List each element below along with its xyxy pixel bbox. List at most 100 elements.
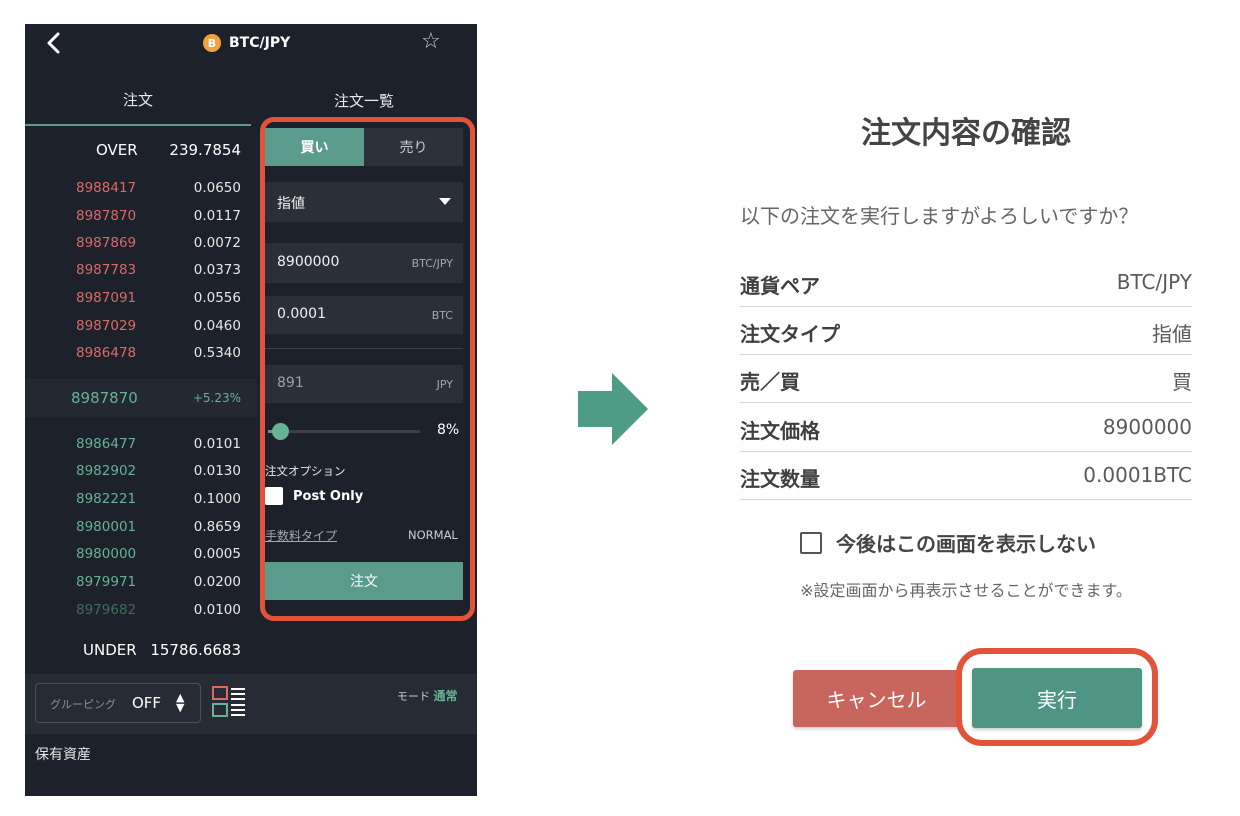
grouping-value: OFF — [132, 694, 162, 712]
detail-label: 注文タイプ — [740, 322, 840, 346]
bid-size: 0.0005 — [193, 546, 241, 562]
under-value: 15786.6683 — [150, 641, 241, 659]
ask-row[interactable]: 8987870 0.0117 — [25, 206, 257, 226]
bitcoin-icon: B — [203, 34, 221, 52]
ask-price: 8987029 — [76, 318, 137, 334]
over-value: 239.7854 — [169, 141, 241, 159]
total-value: 891 — [277, 375, 304, 391]
assets-label: 保有資産 — [35, 747, 91, 763]
fee-type-value: NORMAL — [408, 528, 458, 542]
detail-label: 注文数量 — [740, 467, 820, 491]
ask-row[interactable]: 8987029 0.0460 — [25, 316, 257, 336]
bid-size: 0.0130 — [193, 463, 241, 479]
dont-show-checkbox[interactable] — [800, 531, 822, 554]
detail-value: 8900000 — [1102, 415, 1192, 439]
ask-row[interactable]: 8987091 0.0556 — [25, 288, 257, 308]
mobile-trading-screen: B BTC/JPY ☆ 注文 注文一覧 OVER 239.7854 898841… — [25, 24, 477, 796]
detail-value: 指値 — [1152, 322, 1192, 346]
pair-name: BTC/JPY — [229, 35, 291, 51]
order-option-label: 注文オプション — [265, 464, 346, 478]
amount-unit: BTC — [431, 309, 453, 322]
bid-row[interactable]: 8980001 0.8659 — [25, 517, 257, 537]
price-input[interactable]: 8900000 BTC/JPY — [265, 243, 463, 283]
post-only-checkbox[interactable] — [265, 487, 283, 505]
detail-value: 買 — [1172, 370, 1192, 394]
buy-sell-toggle: 買い 売り — [265, 128, 463, 166]
mode-indicator[interactable]: モード 通常 — [397, 687, 458, 704]
bid-price: 8982902 — [76, 463, 137, 479]
ask-size: 0.0650 — [193, 180, 241, 196]
dont-show-option[interactable]: 今後はこの画面を表示しない — [800, 528, 1096, 557]
bid-price: 8979971 — [76, 574, 137, 590]
post-only-label: Post Only — [293, 488, 364, 504]
detail-value: 0.0001BTC — [1083, 463, 1192, 487]
under-label: UNDER — [83, 641, 137, 659]
execute-button[interactable]: 実行 — [972, 668, 1142, 728]
bid-price: 8980001 — [76, 519, 137, 535]
cancel-button[interactable]: キャンセル — [793, 670, 960, 727]
dont-show-label: 今後はこの画面を表示しない — [836, 532, 1096, 556]
bid-price: 8982221 — [76, 491, 137, 507]
dialog-title: 注文内容の確認 — [861, 116, 1071, 151]
last-price: 8987870 — [71, 389, 138, 407]
detail-row: 注文タイプ 指値 — [740, 306, 1192, 355]
bid-size: 0.0100 — [193, 602, 241, 618]
order-type-value: 指値 — [277, 196, 305, 212]
over-row: OVER 239.7854 — [25, 138, 257, 162]
ask-row[interactable]: 8987783 0.0373 — [25, 260, 257, 280]
mode-value: 通常 — [433, 689, 458, 703]
ask-size: 0.0460 — [193, 318, 241, 334]
bid-size: 0.1000 — [193, 491, 241, 507]
amount-input[interactable]: 0.0001 BTC — [265, 296, 463, 334]
total-input[interactable]: 891 JPY — [265, 365, 463, 403]
bid-price: 8980000 — [76, 546, 137, 562]
bid-price: 8986477 — [76, 436, 137, 452]
ask-price: 8987869 — [76, 235, 137, 251]
grouping-label: グルーピング — [50, 698, 116, 711]
bid-row[interactable]: 8979971 0.0200 — [25, 572, 257, 592]
bid-row[interactable]: 8982902 0.0130 — [25, 461, 257, 481]
fee-type-link[interactable]: 手数料タイプ — [265, 527, 337, 544]
mode-label: モード — [397, 690, 430, 703]
tab-order[interactable]: 注文 — [25, 74, 251, 126]
over-label: OVER — [96, 141, 138, 159]
amount-value: 0.0001 — [277, 306, 326, 322]
amount-slider[interactable] — [268, 423, 420, 440]
price-change: +5.23% — [192, 391, 241, 405]
bid-row[interactable]: 8979682 0.0100 — [25, 600, 257, 620]
ask-price: 8987091 — [76, 290, 137, 306]
ask-price: 8988417 — [76, 180, 137, 196]
bid-row[interactable]: 8980000 0.0005 — [25, 544, 257, 564]
right-arrow-icon — [578, 373, 648, 445]
layout-toggle-icon[interactable] — [212, 685, 246, 719]
bid-row[interactable]: 8982221 0.1000 — [25, 489, 257, 509]
ask-size: 0.5340 — [193, 345, 241, 361]
bid-size: 0.8659 — [193, 519, 241, 535]
price-value: 8900000 — [277, 254, 340, 270]
order-button[interactable]: 注文 — [265, 562, 463, 600]
detail-row: 注文数量 0.0001BTC — [740, 451, 1192, 500]
ask-row[interactable]: 8986478 0.5340 — [25, 343, 257, 363]
ask-size: 0.0117 — [193, 208, 241, 224]
star-icon[interactable]: ☆ — [421, 29, 441, 55]
bid-size: 0.0200 — [193, 574, 241, 590]
buy-button[interactable]: 買い — [265, 128, 364, 166]
ask-price: 8986478 — [76, 345, 137, 361]
detail-label: 売／買 — [740, 370, 800, 394]
ask-row[interactable]: 8988417 0.0650 — [25, 178, 257, 198]
price-unit: BTC/JPY — [411, 257, 453, 270]
order-type-select[interactable]: 指値 — [265, 182, 463, 222]
sell-button[interactable]: 売り — [364, 128, 463, 166]
bid-size: 0.0101 — [193, 436, 241, 452]
dialog-note: ※設定画面から再表示させることができます。 — [800, 581, 1132, 600]
detail-value: BTC/JPY — [1116, 270, 1192, 294]
bid-row[interactable]: 8986477 0.0101 — [25, 434, 257, 454]
ask-row[interactable]: 8987869 0.0072 — [25, 233, 257, 253]
post-only-option[interactable]: Post Only — [265, 487, 363, 505]
last-price-row: 8987870 +5.23% — [25, 379, 257, 417]
ask-price: 8987870 — [76, 208, 137, 224]
under-row: UNDER 15786.6683 — [25, 638, 257, 662]
grouping-select[interactable]: グルーピング OFF ▲ ▼ — [35, 683, 201, 723]
back-icon[interactable] — [43, 31, 65, 55]
slider-percent: 8% — [437, 422, 460, 438]
